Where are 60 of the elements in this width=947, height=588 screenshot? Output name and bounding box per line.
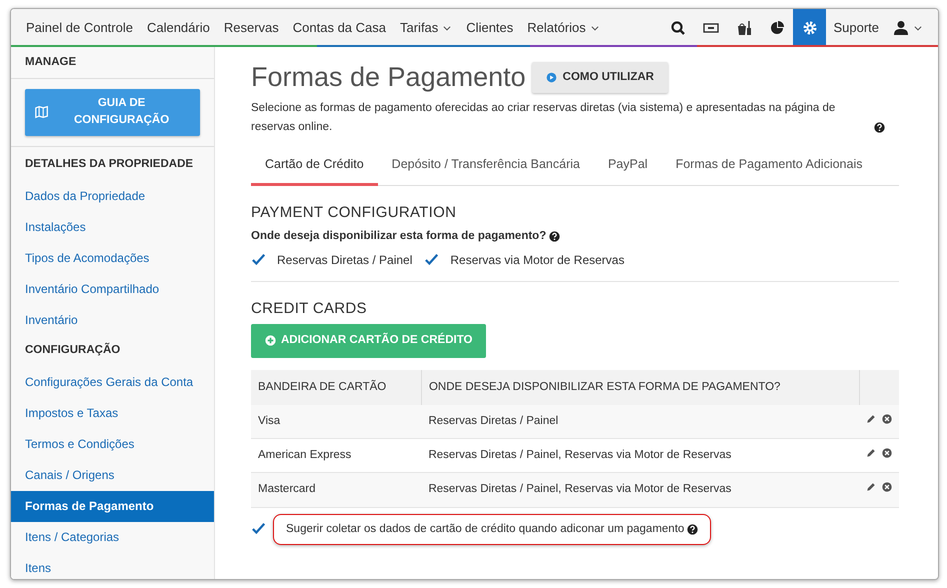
table-cell: Reservas Diretas / Painel <box>421 404 859 439</box>
help-icon <box>874 122 885 134</box>
sidebar-link[interactable]: Formas de Pagamento <box>11 490 214 522</box>
sidebar-link[interactable]: Inventário Compartilhado <box>11 274 214 304</box>
setup-guide-button[interactable]: GUIA DE CONFIGURAÇÃO <box>25 89 200 136</box>
tab[interactable]: PayPal <box>594 147 662 186</box>
sidebar-link[interactable]: Configurações Gerais da Conta <box>11 366 214 398</box>
sidebar-link[interactable]: Instalações <box>11 212 214 242</box>
edit-icon <box>866 448 876 458</box>
sidebar-link[interactable]: Itens / Categorias <box>11 522 214 552</box>
nav-menu-item[interactable]: Tarifas <box>393 9 460 47</box>
option-label: Reservas Diretas / Painel <box>277 252 412 270</box>
edit-icon <box>866 414 876 424</box>
pie-chart-icon <box>768 20 785 36</box>
edit-icon <box>866 482 876 492</box>
table-cell: Visa <box>251 404 422 439</box>
settings-icon <box>802 20 818 36</box>
section-heading: DETALHES DA PROPRIEDADE <box>24 157 194 172</box>
section-heading: MANAGE <box>24 54 78 70</box>
tab[interactable]: Formas de Pagamento Adicionais <box>662 147 876 186</box>
table-cell: Reservas Diretas / Painel, Reservas via Motor de Reservas <box>421 472 859 508</box>
nav-menu-item[interactable]: Contas da Casa <box>286 9 393 47</box>
delete-icon <box>882 448 892 458</box>
sidebar-link[interactable]: Termos e Condições <box>11 428 214 460</box>
sidebar-link[interactable]: Itens <box>11 552 214 579</box>
section-heading: PAYMENT CONFIGURATION <box>251 204 458 222</box>
description-text: Selecione as formas de pagamento oferecidas ao criar reservas diretas (via sistema) e apresentadas na página de reservas online. <box>251 101 836 136</box>
sidebar-link[interactable]: Impostos e Taxas <box>11 398 214 428</box>
section-heading: CREDIT CARDS <box>251 300 368 318</box>
column-header: ONDE DESEJA DISPONIBILIZAR ESTA FORMA DE PAGAMENTO? <box>421 370 859 405</box>
question-text: Onde deseja disponibilizar esta forma de pagamento? <box>251 229 546 244</box>
help-icon <box>549 231 560 242</box>
nav-menu-item[interactable]: Reservas <box>216 9 286 47</box>
column-header: BANDEIRA DE CARTÃO <box>251 370 422 405</box>
tab[interactable]: Depósito / Transferência Bancária <box>378 147 594 186</box>
nav-menu-item[interactable]: Clientes <box>459 9 520 47</box>
help-icon <box>687 524 698 535</box>
sidebar-link[interactable]: Canais / Origens <box>11 460 214 490</box>
option-label: Sugerir coletar os dados de cartão de crédito quando adiconar um pagamento <box>286 522 684 537</box>
user-icon <box>893 20 909 36</box>
support-link[interactable]: Suporte <box>826 9 886 47</box>
sidebar-link[interactable]: Inventário <box>11 304 214 336</box>
search-icon <box>670 20 686 36</box>
sidebar-link[interactable]: Dados da Propriedade <box>11 180 214 212</box>
delete-icon <box>882 482 892 492</box>
plus-circle-icon <box>265 335 276 346</box>
nav-menu-item[interactable]: Calendário <box>140 9 217 47</box>
nav-menu-item[interactable]: Painel de Controle <box>19 9 140 47</box>
tab[interactable]: Cartão de Crédito <box>251 147 378 186</box>
option-label: Reservas via Motor de Reservas <box>450 252 624 270</box>
section-heading: CONFIGURAÇÃO <box>24 342 122 358</box>
table-cell: Mastercard <box>251 472 422 508</box>
delete-icon <box>882 414 892 424</box>
cleaning-bucket-icon <box>736 20 752 36</box>
page-title: Formas de Pagamento <box>251 61 526 94</box>
nav-menu-item[interactable]: Relatórios <box>520 9 607 47</box>
how-to-use-button[interactable]: COMO UTILIZAR <box>532 62 668 93</box>
map-icon <box>35 105 48 120</box>
sidebar-link[interactable]: Tipos de Acomodações <box>11 242 214 274</box>
play-icon <box>546 72 557 83</box>
